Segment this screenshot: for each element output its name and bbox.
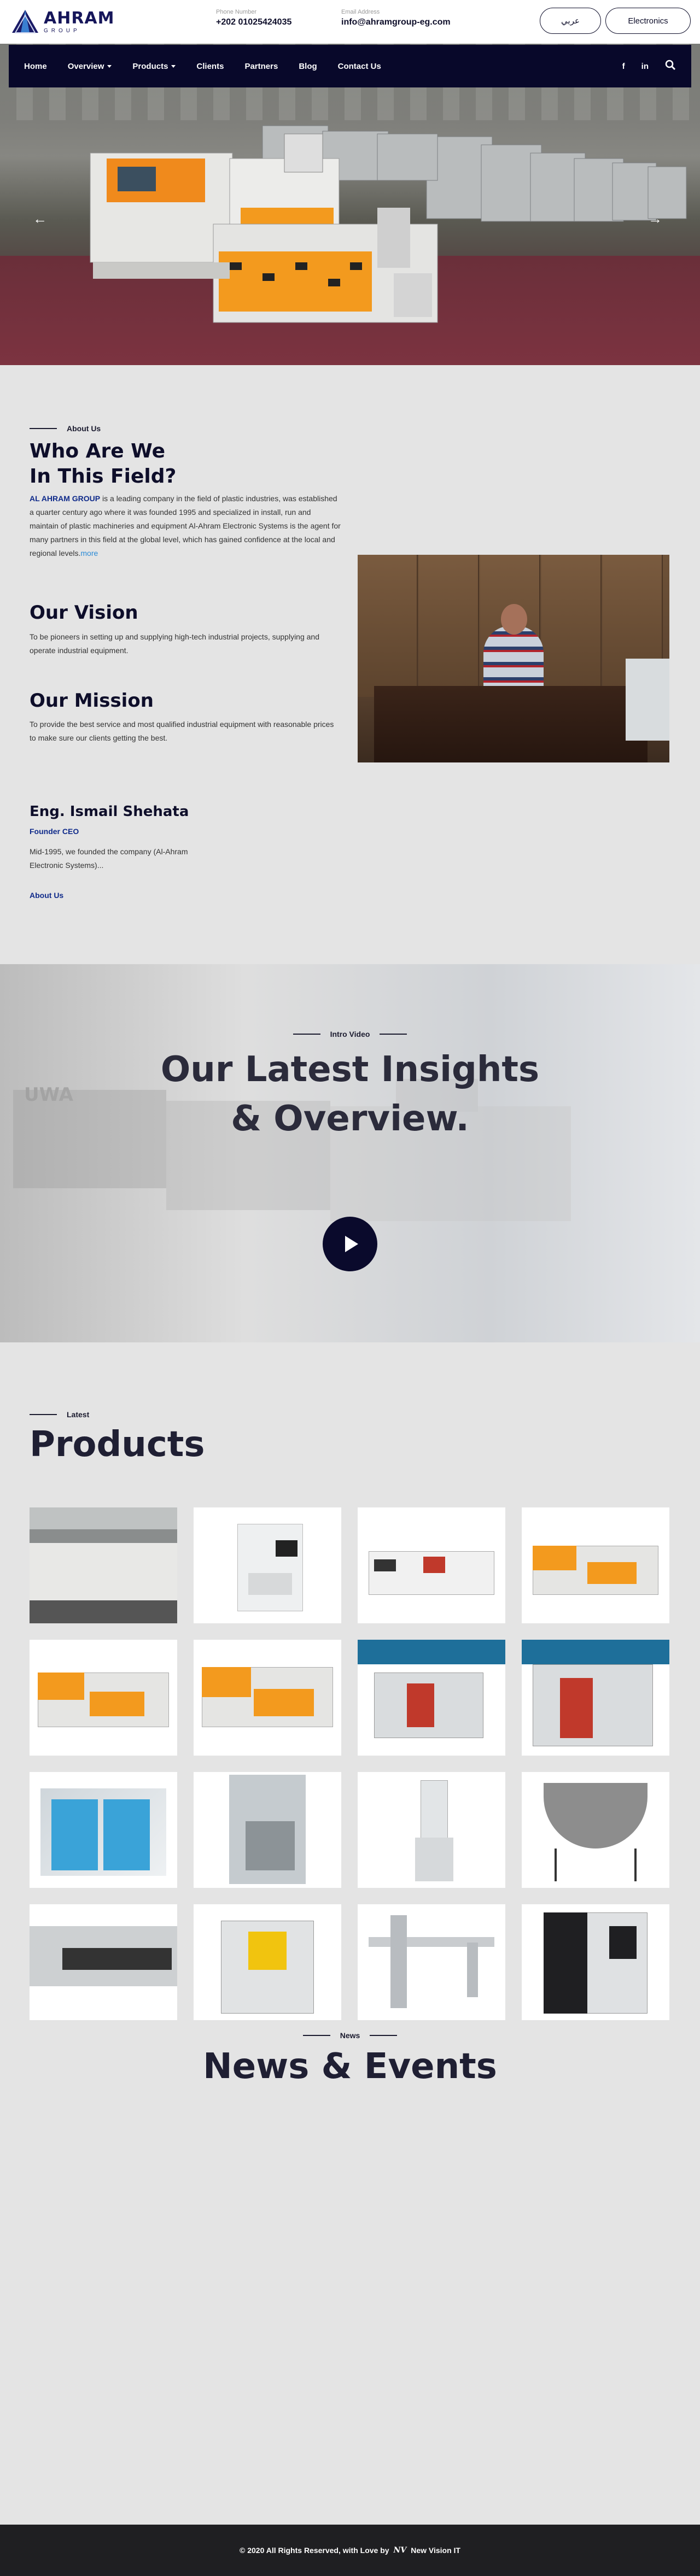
page: { "header": { "logo_name": "AHRAM", "log… bbox=[0, 0, 700, 2576]
developer-link[interactable]: New Vision IT bbox=[411, 2546, 460, 2555]
founder-text: Mid-1995, we founded the company (Al-Ahr… bbox=[30, 847, 188, 870]
read-more-link[interactable]: more bbox=[80, 549, 98, 558]
mission-text: To provide the best service and most qua… bbox=[30, 720, 334, 742]
product-card[interactable] bbox=[194, 1507, 341, 1623]
company-name: AL AHRAM GROUP bbox=[30, 494, 101, 503]
nav-overview-label: Overview bbox=[67, 61, 104, 71]
product-card[interactable] bbox=[522, 1507, 669, 1623]
email-contact: Email Address info@ahramgroup-eg.com bbox=[341, 9, 451, 27]
about-title-line1: Who Are We bbox=[30, 440, 166, 462]
about-us-link[interactable]: About Us bbox=[30, 891, 63, 900]
nav-partners[interactable]: Partners bbox=[244, 62, 278, 71]
product-card[interactable] bbox=[358, 1507, 505, 1623]
nav-contact-us[interactable]: Contact Us bbox=[338, 62, 381, 71]
phone-value[interactable]: +202 01025424035 bbox=[216, 17, 291, 27]
product-card[interactable] bbox=[522, 1640, 669, 1756]
nav-contact-label: Contact Us bbox=[337, 61, 381, 71]
hero-machines-image bbox=[90, 125, 687, 323]
products-title: Products bbox=[30, 1424, 205, 1465]
products-eyebrow-text: Latest bbox=[67, 1410, 90, 1419]
product-card[interactable] bbox=[358, 1640, 505, 1756]
nav-blog[interactable]: Blog bbox=[299, 62, 317, 71]
founder-name: Eng. Ismail Shehata bbox=[30, 803, 189, 820]
video-title-line2: & Overview. bbox=[231, 1099, 469, 1139]
about-section: About Us Who Are We In This Field? AL AH… bbox=[0, 365, 700, 964]
linkedin-icon[interactable]: in bbox=[641, 62, 649, 71]
logo-sub: GROUP bbox=[44, 27, 80, 34]
about-title: Who Are We In This Field? bbox=[30, 439, 176, 489]
news-title: News & Events bbox=[203, 2046, 497, 2087]
intro-video-section: UWA Intro Video Our Latest Insights & Ov… bbox=[0, 964, 700, 1342]
arabic-language-button[interactable]: عربي bbox=[540, 8, 601, 34]
vision-text: To be pioneers in setting up and supplyi… bbox=[30, 632, 320, 655]
products-grid bbox=[30, 1507, 669, 2020]
founder-role: Founder CEO bbox=[30, 827, 79, 836]
desk bbox=[374, 686, 648, 762]
chevron-down-icon bbox=[107, 64, 112, 68]
electronics-button[interactable]: Electronics bbox=[605, 8, 691, 34]
product-card[interactable] bbox=[522, 1904, 669, 2020]
nav-clients[interactable]: Clients bbox=[196, 62, 224, 71]
product-card[interactable] bbox=[358, 1904, 505, 2020]
social-links: f in bbox=[622, 45, 676, 87]
video-eyebrow-text: Intro Video bbox=[330, 1030, 370, 1038]
mission-title: Our Mission bbox=[30, 690, 154, 712]
vision-title: Our Vision bbox=[30, 602, 138, 624]
video-title-line1: Our Latest Insights bbox=[160, 1049, 540, 1090]
nav-clients-label: Clients bbox=[196, 61, 224, 71]
email-value[interactable]: info@ahramgroup-eg.com bbox=[341, 17, 451, 27]
nav-overview[interactable]: Overview bbox=[68, 62, 112, 71]
nav-partners-label: Partners bbox=[244, 61, 278, 71]
hero-slider[interactable]: ← → bbox=[0, 44, 700, 365]
top-header: AHRAM GROUP Phone Number +202 0102542403… bbox=[0, 0, 700, 44]
eyebrow-line bbox=[30, 428, 57, 429]
nav-products[interactable]: Products bbox=[132, 62, 176, 71]
chevron-down-icon bbox=[171, 64, 176, 68]
play-icon bbox=[345, 1236, 358, 1252]
product-card[interactable] bbox=[194, 1640, 341, 1756]
email-label: Email Address bbox=[341, 9, 380, 15]
facebook-icon[interactable]: f bbox=[622, 62, 625, 71]
product-card[interactable] bbox=[194, 1772, 341, 1888]
phone-label: Phone Number bbox=[216, 9, 256, 15]
about-eyebrow-text: About Us bbox=[67, 424, 101, 433]
video-eyebrow: Intro Video bbox=[0, 1030, 700, 1038]
product-card[interactable] bbox=[194, 1904, 341, 2020]
nav-home-label: Home bbox=[24, 61, 47, 71]
footer: © 2020 All Rights Reserved, with Love by… bbox=[0, 2525, 700, 2576]
nav-home[interactable]: Home bbox=[24, 62, 47, 71]
man-head bbox=[501, 604, 527, 635]
products-section: Latest Products News News & Events bbox=[0, 1342, 700, 2100]
slider-prev-arrow[interactable]: ← bbox=[33, 210, 47, 227]
product-card[interactable] bbox=[30, 1772, 177, 1888]
product-card[interactable] bbox=[522, 1772, 669, 1888]
about-eyebrow: About Us bbox=[30, 424, 101, 433]
about-intro: AL AHRAM GROUP is a leading company in t… bbox=[30, 492, 341, 560]
search-icon[interactable] bbox=[665, 60, 676, 73]
about-title-line2: In This Field? bbox=[30, 465, 177, 488]
video-title: Our Latest Insights & Overview. bbox=[0, 1045, 700, 1143]
product-card[interactable] bbox=[30, 1507, 177, 1623]
founder-photo bbox=[358, 555, 669, 762]
news-eyebrow-text: News bbox=[340, 2031, 360, 2040]
play-video-button[interactable] bbox=[323, 1217, 377, 1271]
news-eyebrow: News bbox=[0, 2031, 700, 2040]
nav-blog-label: Blog bbox=[299, 61, 317, 71]
new-vision-logo-icon[interactable]: NV bbox=[394, 2546, 407, 2555]
man-torso bbox=[483, 626, 544, 691]
copyright-text: © 2020 All Rights Reserved, with Love by bbox=[240, 2546, 389, 2555]
about-intro-text: is a leading company in the field of pla… bbox=[30, 494, 341, 558]
phone-contact: Phone Number +202 01025424035 bbox=[216, 9, 291, 27]
products-eyebrow: Latest bbox=[30, 1410, 89, 1419]
main-navigation: Home Overview Products Clients Partners … bbox=[9, 45, 691, 87]
nav-products-label: Products bbox=[132, 61, 168, 71]
logo-name: AHRAM bbox=[44, 8, 115, 28]
slider-next-arrow[interactable]: → bbox=[648, 210, 662, 227]
product-card[interactable] bbox=[358, 1772, 505, 1888]
pyramid-logo-icon bbox=[11, 8, 39, 36]
logo[interactable]: AHRAM GROUP bbox=[11, 8, 115, 36]
product-card[interactable] bbox=[30, 1904, 177, 2020]
product-card[interactable] bbox=[30, 1640, 177, 1756]
